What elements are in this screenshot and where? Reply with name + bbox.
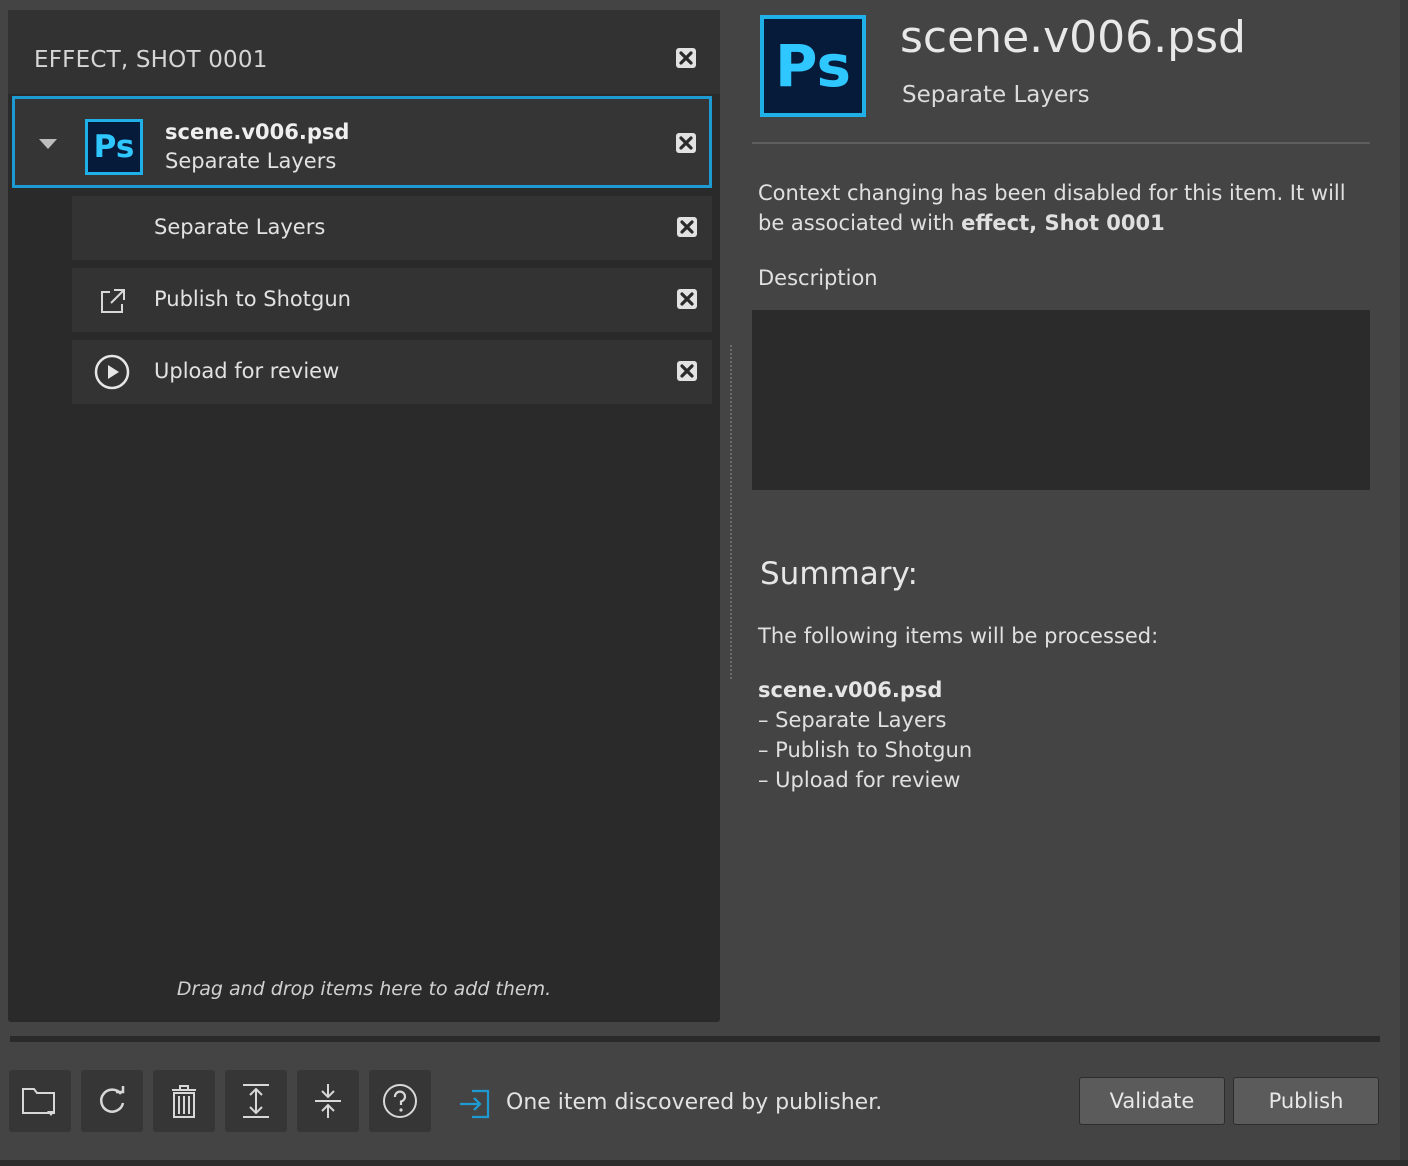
details-title: scene.v006.psd	[900, 12, 1246, 63]
expand-icon	[243, 1084, 269, 1118]
item-name: scene.v006.psd	[165, 120, 350, 144]
remove-task-button[interactable]	[677, 289, 697, 309]
task-row-publish-to-shotgun[interactable]: Publish to Shotgun	[72, 268, 712, 332]
refresh-button[interactable]	[81, 1070, 143, 1132]
delete-button[interactable]	[153, 1070, 215, 1132]
close-icon	[680, 220, 694, 234]
chevron-down-icon[interactable]	[39, 139, 57, 149]
help-button[interactable]	[369, 1070, 431, 1132]
info-import-icon	[460, 1089, 490, 1119]
refresh-icon	[100, 1086, 125, 1113]
close-icon	[679, 136, 693, 150]
task-label: Publish to Shotgun	[154, 287, 351, 311]
remove-task-button[interactable]	[677, 361, 697, 381]
context-disabled-message: Context changing has been disabled for t…	[758, 178, 1370, 238]
summary-task: – Separate Layers	[758, 708, 947, 732]
collapse-icon	[315, 1084, 341, 1118]
task-row-upload-for-review[interactable]: Upload for review	[72, 340, 712, 404]
window-bottom-edge	[0, 1160, 1408, 1166]
photoshop-icon-large: Ps	[760, 15, 866, 117]
collapse-all-button[interactable]	[297, 1070, 359, 1132]
close-icon	[680, 292, 694, 306]
drag-drop-hint: Drag and drop items here to add them.	[176, 978, 552, 1000]
browse-files-button[interactable]	[9, 1070, 71, 1132]
bottom-divider	[10, 1036, 1380, 1042]
details-divider	[752, 142, 1370, 144]
context-header[interactable]: EFFECT, SHOT 0001	[8, 10, 720, 94]
panel-splitter-handle[interactable]	[730, 345, 734, 680]
remove-item-button[interactable]	[676, 133, 696, 153]
close-icon	[680, 364, 694, 378]
description-field[interactable]	[752, 310, 1370, 490]
details-subtitle: Separate Layers	[902, 82, 1090, 108]
task-row-separate-layers[interactable]: Separate Layers	[72, 196, 712, 260]
status-message: One item discovered by publisher.	[506, 1090, 883, 1115]
context-title: EFFECT, SHOT 0001	[34, 47, 268, 73]
summary-task: – Upload for review	[758, 768, 961, 792]
trash-icon	[172, 1085, 196, 1118]
summary-intro: The following items will be processed:	[758, 624, 1159, 648]
remove-context-button[interactable]	[676, 48, 696, 68]
task-label: Separate Layers	[154, 215, 326, 239]
item-row-selected[interactable]: Ps scene.v006.psd Separate Layers	[12, 96, 712, 188]
item-subtitle: Separate Layers	[165, 149, 337, 173]
help-icon	[383, 1084, 417, 1118]
task-label: Upload for review	[154, 359, 340, 383]
photoshop-icon: Ps	[85, 119, 143, 175]
expand-all-button[interactable]	[225, 1070, 287, 1132]
remove-task-button[interactable]	[677, 217, 697, 237]
window-edge	[1400, 0, 1408, 1166]
validate-button[interactable]: Validate	[1079, 1077, 1225, 1125]
folder-icon	[22, 1088, 55, 1116]
summary-title: Summary:	[760, 556, 918, 592]
summary-item-name: scene.v006.psd	[758, 678, 943, 702]
context-name: effect, Shot 0001	[961, 211, 1165, 235]
play-circle-icon	[94, 354, 130, 390]
publish-button[interactable]: Publish	[1233, 1077, 1379, 1125]
description-label: Description	[758, 266, 878, 290]
external-link-icon	[101, 289, 125, 313]
close-icon	[679, 51, 693, 65]
summary-task: – Publish to Shotgun	[758, 738, 973, 762]
